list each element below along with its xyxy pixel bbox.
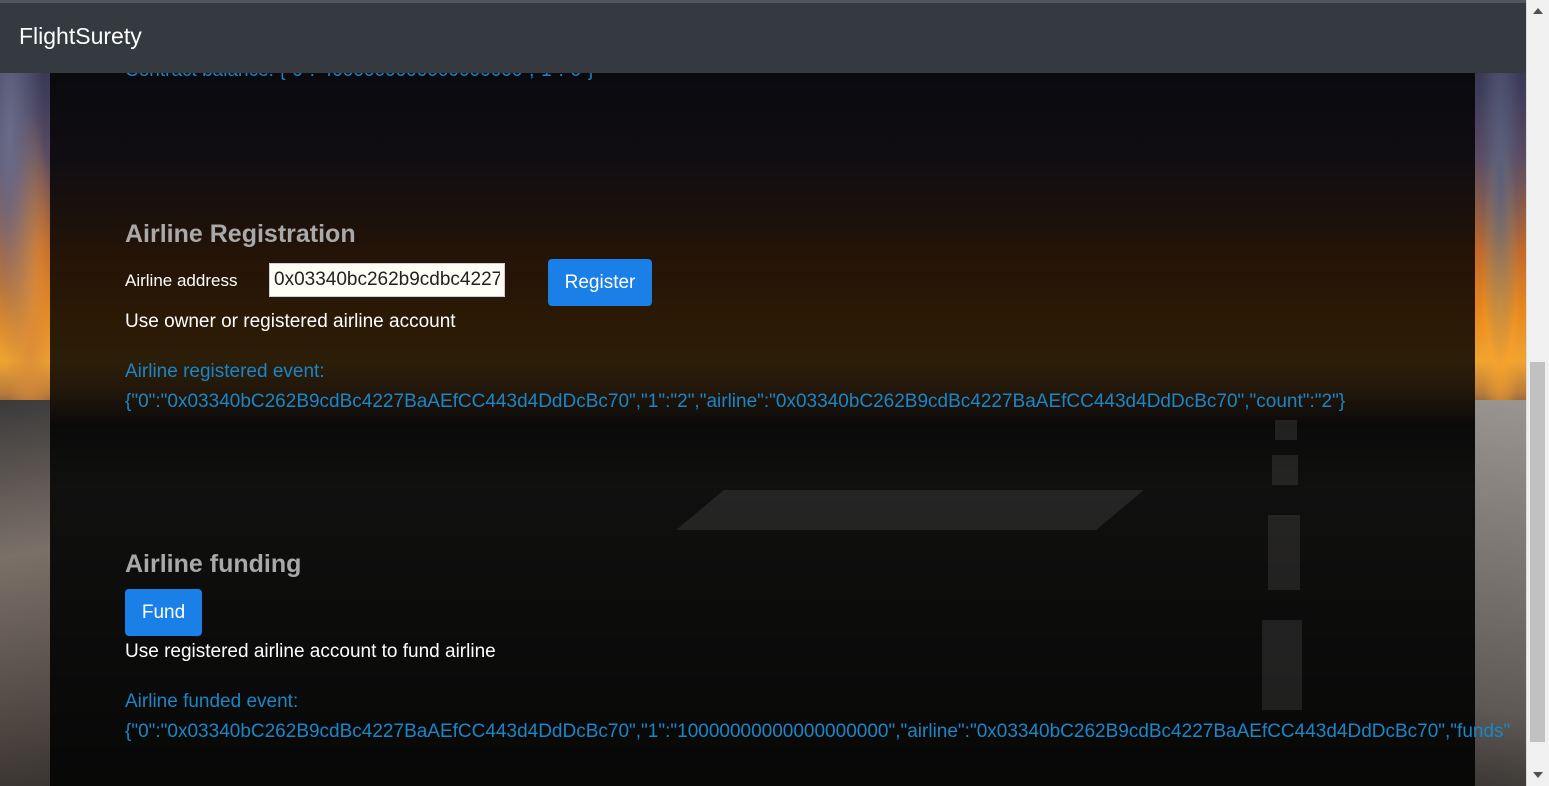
background-runway-left	[0, 400, 50, 786]
registered-event-value: {"0":"0x03340bC262B9cdBc4227BaAEfCC443d4…	[125, 391, 1346, 412]
navbar: FlightSurety	[0, 0, 1526, 73]
vertical-scrollbar[interactable]	[1526, 0, 1549, 786]
background-sky-left	[0, 73, 50, 403]
funded-event-value: {"0":"0x03340bC262B9cdBc4227BaAEfCC443d4…	[125, 721, 1511, 742]
register-button[interactable]: Register	[548, 259, 652, 306]
scroll-up-arrow-icon[interactable]	[1533, 8, 1543, 14]
registered-event-label: Airline registered event:	[125, 361, 325, 382]
funded-event-label: Airline funded event:	[125, 691, 299, 712]
scroll-down-arrow-icon[interactable]	[1533, 772, 1543, 778]
airline-address-input[interactable]	[269, 263, 505, 297]
scrollbar-thumb[interactable]	[1530, 362, 1545, 742]
runway-stripe	[1268, 515, 1300, 590]
fund-button[interactable]: Fund	[125, 589, 202, 636]
airline-address-label: Airline address	[125, 271, 238, 290]
page-viewport: Contract balance: {"0":"4000000000000000…	[0, 0, 1526, 786]
background-sky-right	[1475, 73, 1526, 403]
runway-marking	[676, 490, 1144, 530]
registration-title: Airline Registration	[125, 220, 356, 248]
funding-title: Airline funding	[125, 550, 302, 578]
navbar-brand[interactable]: FlightSurety	[19, 23, 142, 50]
funding-hint: Use registered airline account to fund a…	[125, 641, 496, 662]
runway-stripe	[1272, 455, 1298, 485]
runway-stripe	[1275, 420, 1297, 440]
runway-stripe	[1262, 620, 1302, 710]
registration-hint: Use owner or registered airline account	[125, 311, 456, 332]
